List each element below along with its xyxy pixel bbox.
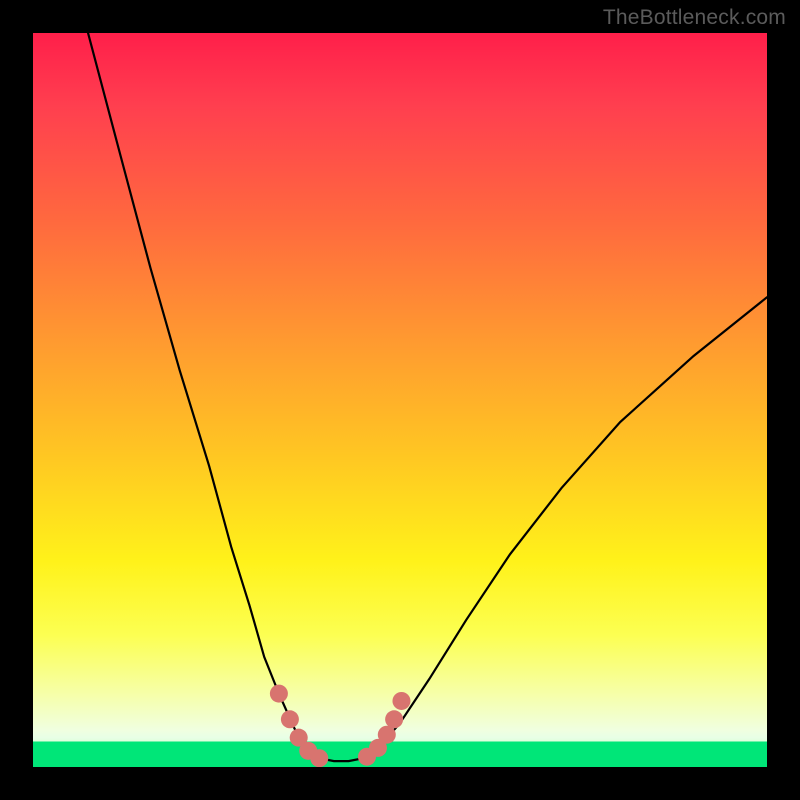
valley-marker [270,685,288,703]
chart-frame: TheBottleneck.com [0,0,800,800]
valley-marker [378,726,396,744]
plot-area [33,33,767,767]
valley-markers-group [270,685,411,767]
chart-svg [33,33,767,767]
valley-marker [310,749,328,767]
bottleneck-curve [88,33,767,761]
curve-left-branch [88,33,305,749]
valley-marker [392,692,410,710]
curve-right-branch [378,297,767,748]
valley-marker [385,710,403,728]
valley-marker [281,710,299,728]
attribution-text: TheBottleneck.com [603,6,786,30]
